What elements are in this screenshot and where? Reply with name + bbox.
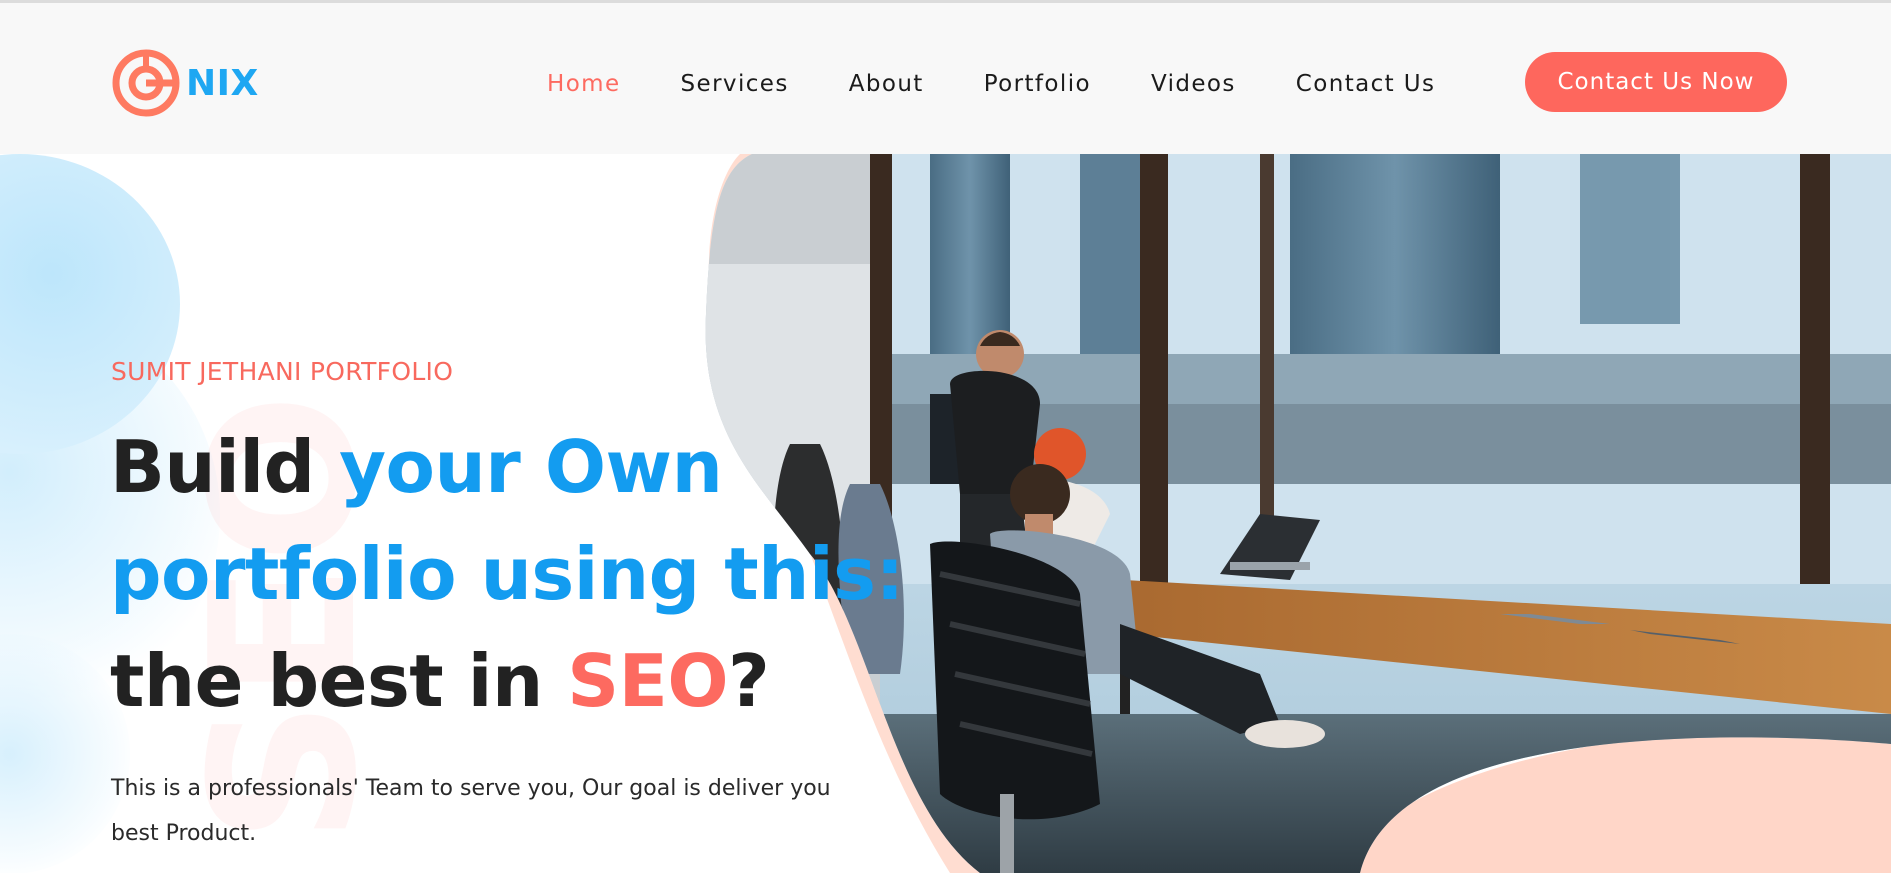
nav-services[interactable]: Services — [681, 71, 789, 97]
nix-logo-icon — [112, 49, 180, 117]
hero-description: This is a professionals' Team to serve y… — [111, 776, 831, 846]
headline-part-3: the best in — [110, 639, 568, 723]
hero-section: SEO SUMIT JETHANI PORTFOLIO Build your O… — [0, 154, 1891, 873]
headline-part-1: Build — [110, 425, 340, 509]
hero-eyebrow: SUMIT JETHANI PORTFOLIO — [111, 357, 454, 386]
site-header: NIX Home Services About Portfolio Videos… — [0, 3, 1891, 154]
brand-logo[interactable]: NIX — [110, 47, 260, 119]
headline-part-5: ? — [728, 639, 770, 723]
headline-part-4: SEO — [567, 639, 729, 723]
contact-us-now-button[interactable]: Contact Us Now — [1525, 52, 1787, 112]
nav-home[interactable]: Home — [547, 71, 621, 97]
brand-name: NIX — [186, 62, 259, 104]
nav-portfolio[interactable]: Portfolio — [984, 71, 1091, 97]
main-nav: Home Services About Portfolio Videos Con… — [547, 65, 1495, 103]
nav-about[interactable]: About — [849, 71, 924, 97]
nav-videos[interactable]: Videos — [1151, 71, 1236, 97]
hero-headline: Build your Own portfolio using this: the… — [110, 414, 910, 735]
nav-contact-us[interactable]: Contact Us — [1296, 71, 1436, 97]
